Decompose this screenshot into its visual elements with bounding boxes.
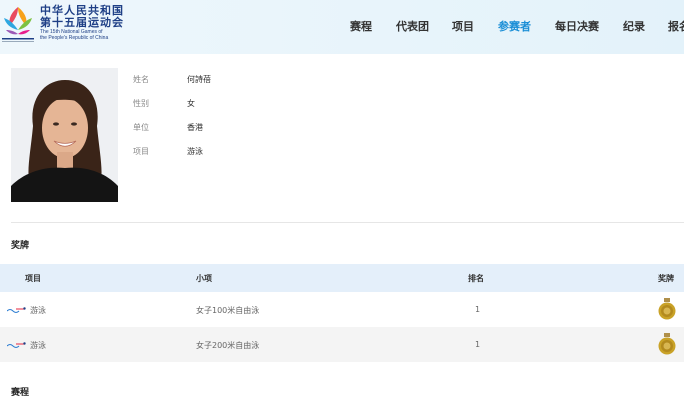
athlete-photo (11, 68, 118, 202)
nav-item-registration[interactable]: 报名 (668, 18, 684, 34)
unit-label: 单位 (133, 123, 149, 132)
header-medal: 奖牌 (658, 274, 674, 283)
header-sport: 项目 (25, 274, 41, 283)
gender-value: 女 (187, 99, 195, 108)
medals-table-header: 项目 小项 排名 奖牌 (0, 264, 684, 292)
medals-section-title: 奖牌 (11, 241, 30, 251)
nav-item-athletes[interactable]: 参赛者 (498, 18, 531, 34)
nav-item-records[interactable]: 纪录 (623, 18, 645, 34)
cell-event[interactable]: 女子200米自由泳 (196, 340, 259, 351)
name-label: 姓名 (133, 75, 149, 84)
gender-label: 性别 (133, 99, 149, 108)
site-header: 中华人民共和国 第十五届运动会 The 15th National Games … (0, 0, 684, 54)
name-value: 何詩蓓 (187, 75, 211, 84)
athlete-portrait-icon (11, 68, 118, 202)
swimming-icon (7, 307, 26, 313)
table-row[interactable]: 游泳 女子200米自由泳 1 (0, 327, 684, 362)
cell-rank: 1 (475, 340, 481, 349)
table-row[interactable]: 游泳 女子100米自由泳 1 (0, 292, 684, 327)
nav-item-delegations[interactable]: 代表团 (396, 18, 429, 34)
nav-item-schedule[interactable]: 赛程 (350, 18, 372, 34)
section-divider (11, 222, 684, 223)
gold-medal-icon (658, 333, 676, 355)
nav-item-sports[interactable]: 项目 (452, 18, 474, 34)
main-nav: 赛程 代表团 项目 参赛者 每日决赛 纪录 报名 (0, 18, 684, 34)
sport-value: 游泳 (187, 147, 203, 156)
swimming-icon (7, 342, 26, 348)
gold-medal-icon (658, 298, 676, 320)
unit-value: 香港 (187, 123, 203, 132)
cell-sport: 游泳 (30, 306, 46, 315)
header-event: 小项 (196, 274, 212, 283)
sport-label: 项目 (133, 147, 149, 156)
cell-event[interactable]: 女子100米自由泳 (196, 305, 259, 316)
brand-en-line2: the People's Republic of China (40, 35, 109, 41)
cell-rank: 1 (475, 305, 481, 314)
nav-item-daily-finals[interactable]: 每日决赛 (555, 18, 599, 34)
header-rank: 排名 (468, 274, 484, 283)
cell-sport: 游泳 (30, 341, 46, 350)
